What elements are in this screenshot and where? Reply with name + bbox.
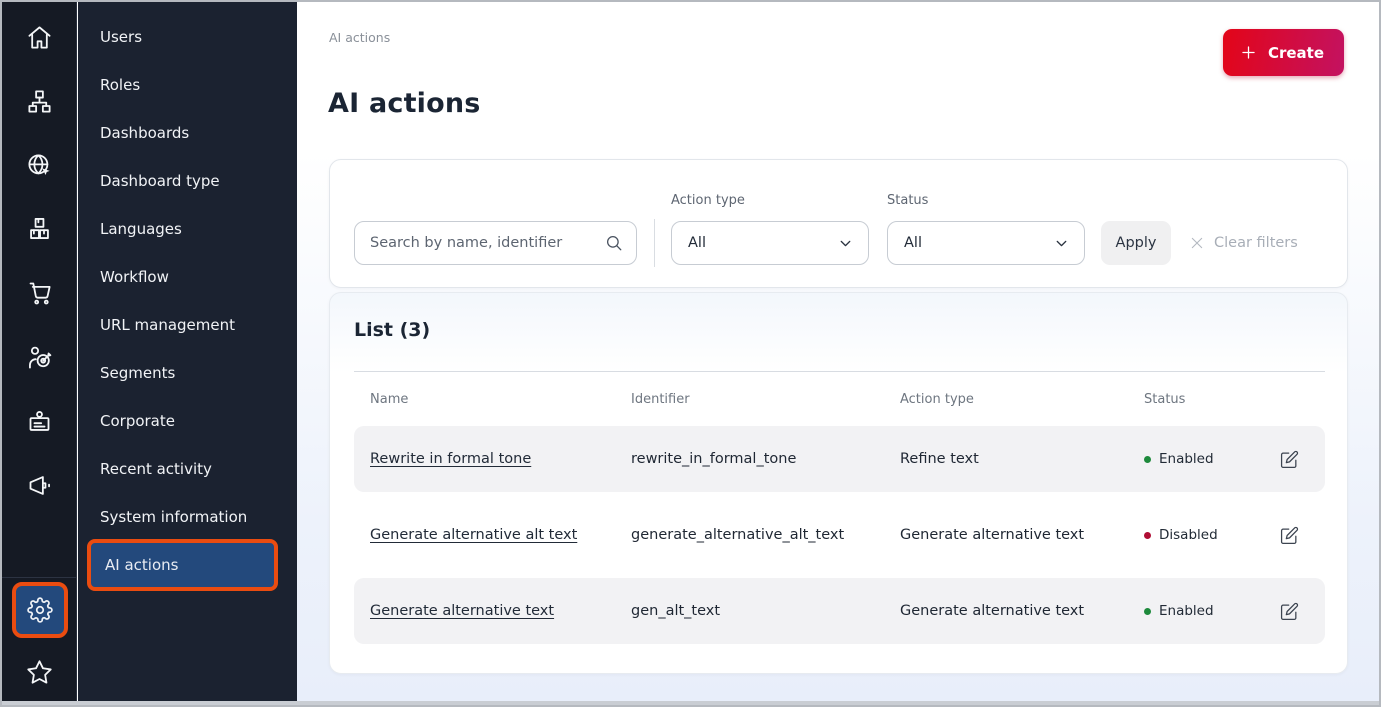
audience-target-icon[interactable]: [2, 342, 77, 372]
status-text: Enabled: [1159, 451, 1214, 467]
row-action-type: Generate alternative text: [900, 603, 1144, 619]
filter-panel: Action type All Status All Apply Clear f…: [329, 159, 1348, 288]
sidebar-item-segments[interactable]: Segments: [78, 349, 297, 397]
edit-button[interactable]: [1278, 600, 1300, 622]
table-row: Generate alternative alt text generate_a…: [354, 502, 1325, 568]
edit-icon: [1280, 602, 1299, 621]
search-icon: [605, 234, 623, 252]
row-name-link[interactable]: Generate alternative text: [370, 603, 554, 619]
page-title: AI actions: [328, 88, 481, 119]
sidebar-item-users[interactable]: Users: [78, 13, 297, 61]
plus-icon: [1239, 43, 1258, 62]
sidebar-item-url-management[interactable]: URL management: [78, 301, 297, 349]
action-type-select[interactable]: All: [671, 221, 869, 265]
sidebar-item-ai-actions[interactable]: AI actions: [87, 539, 278, 591]
row-name-link[interactable]: Rewrite in formal tone: [370, 451, 531, 467]
search-input[interactable]: [355, 235, 605, 251]
cart-icon[interactable]: [2, 277, 77, 307]
packages-icon[interactable]: [2, 213, 77, 243]
status-text: Disabled: [1159, 527, 1218, 543]
icon-rail: [2, 2, 77, 705]
action-type-label: Action type: [671, 193, 745, 208]
sidebar-item-recent-activity[interactable]: Recent activity: [78, 445, 297, 493]
status-value: All: [904, 235, 922, 251]
sidebar-item-languages[interactable]: Languages: [78, 205, 297, 253]
chevron-down-icon: [1053, 235, 1070, 252]
sidebar-item-dashboards[interactable]: Dashboards: [78, 109, 297, 157]
clear-filters-button[interactable]: Clear filters: [1189, 221, 1298, 265]
row-identifier: rewrite_in_formal_tone: [631, 451, 900, 467]
status-dot: [1144, 456, 1151, 463]
star-icon[interactable]: [2, 657, 77, 687]
list-divider: [354, 371, 1325, 372]
apply-button[interactable]: Apply: [1101, 221, 1171, 265]
row-name-link[interactable]: Generate alternative alt text: [370, 527, 577, 543]
close-icon: [1189, 235, 1205, 251]
create-button-label: Create: [1268, 44, 1324, 62]
main-content: AI actions Create AI actions Action type…: [297, 2, 1379, 705]
clear-filters-label: Clear filters: [1214, 235, 1298, 251]
sidebar-item-roles[interactable]: Roles: [78, 61, 297, 109]
app-window: Users Roles Dashboards Dashboard type La…: [0, 0, 1381, 707]
gear-icon: [27, 597, 53, 623]
table-row: Generate alternative text gen_alt_text G…: [354, 578, 1325, 644]
row-identifier: gen_alt_text: [631, 603, 900, 619]
settings-active-highlight[interactable]: [12, 582, 68, 638]
settings-menu: Users Roles Dashboards Dashboard type La…: [78, 2, 297, 705]
status-badge: Disabled: [1144, 527, 1278, 543]
sidebar-item-workflow[interactable]: Workflow: [78, 253, 297, 301]
column-header-name: Name: [370, 392, 631, 407]
row-identifier: generate_alternative_alt_text: [631, 527, 900, 543]
status-dot: [1144, 608, 1151, 615]
status-text: Enabled: [1159, 603, 1214, 619]
create-button[interactable]: Create: [1223, 29, 1344, 76]
sidebar-item-system-information[interactable]: System information: [78, 493, 297, 541]
edit-icon: [1280, 450, 1299, 469]
status-label: Status: [887, 193, 928, 208]
action-type-value: All: [688, 235, 706, 251]
status-select[interactable]: All: [887, 221, 1085, 265]
window-bottom-edge: [2, 701, 1379, 705]
table-header-row: Name Identifier Action type Status: [354, 387, 1325, 411]
status-badge: Enabled: [1144, 451, 1278, 467]
sidebar-item-dashboard-type[interactable]: Dashboard type: [78, 157, 297, 205]
table-row: Rewrite in formal tone rewrite_in_formal…: [354, 426, 1325, 492]
rail-separator: [2, 577, 76, 578]
breadcrumb[interactable]: AI actions: [329, 30, 390, 45]
row-action-type: Generate alternative text: [900, 527, 1144, 543]
hierarchy-icon[interactable]: [2, 86, 77, 116]
globe-cursor-icon[interactable]: [2, 150, 77, 180]
column-header-status: Status: [1144, 392, 1278, 407]
search-box: [354, 221, 637, 265]
table-body: Rewrite in formal tone rewrite_in_formal…: [354, 426, 1325, 654]
filter-divider: [654, 219, 655, 267]
badge-icon[interactable]: [2, 406, 77, 436]
edit-button[interactable]: [1278, 524, 1300, 546]
edit-button[interactable]: [1278, 448, 1300, 470]
edit-icon: [1280, 526, 1299, 545]
column-header-action-type: Action type: [900, 392, 1144, 407]
list-panel: List (3) Name Identifier Action type Sta…: [329, 292, 1348, 674]
column-header-identifier: Identifier: [631, 392, 900, 407]
status-dot: [1144, 532, 1151, 539]
chevron-down-icon: [837, 235, 854, 252]
sidebar-item-corporate[interactable]: Corporate: [78, 397, 297, 445]
row-action-type: Refine text: [900, 451, 1144, 467]
status-badge: Enabled: [1144, 603, 1278, 619]
megaphone-icon[interactable]: [2, 470, 77, 500]
list-heading: List (3): [354, 319, 430, 341]
home-icon[interactable]: [2, 22, 77, 52]
